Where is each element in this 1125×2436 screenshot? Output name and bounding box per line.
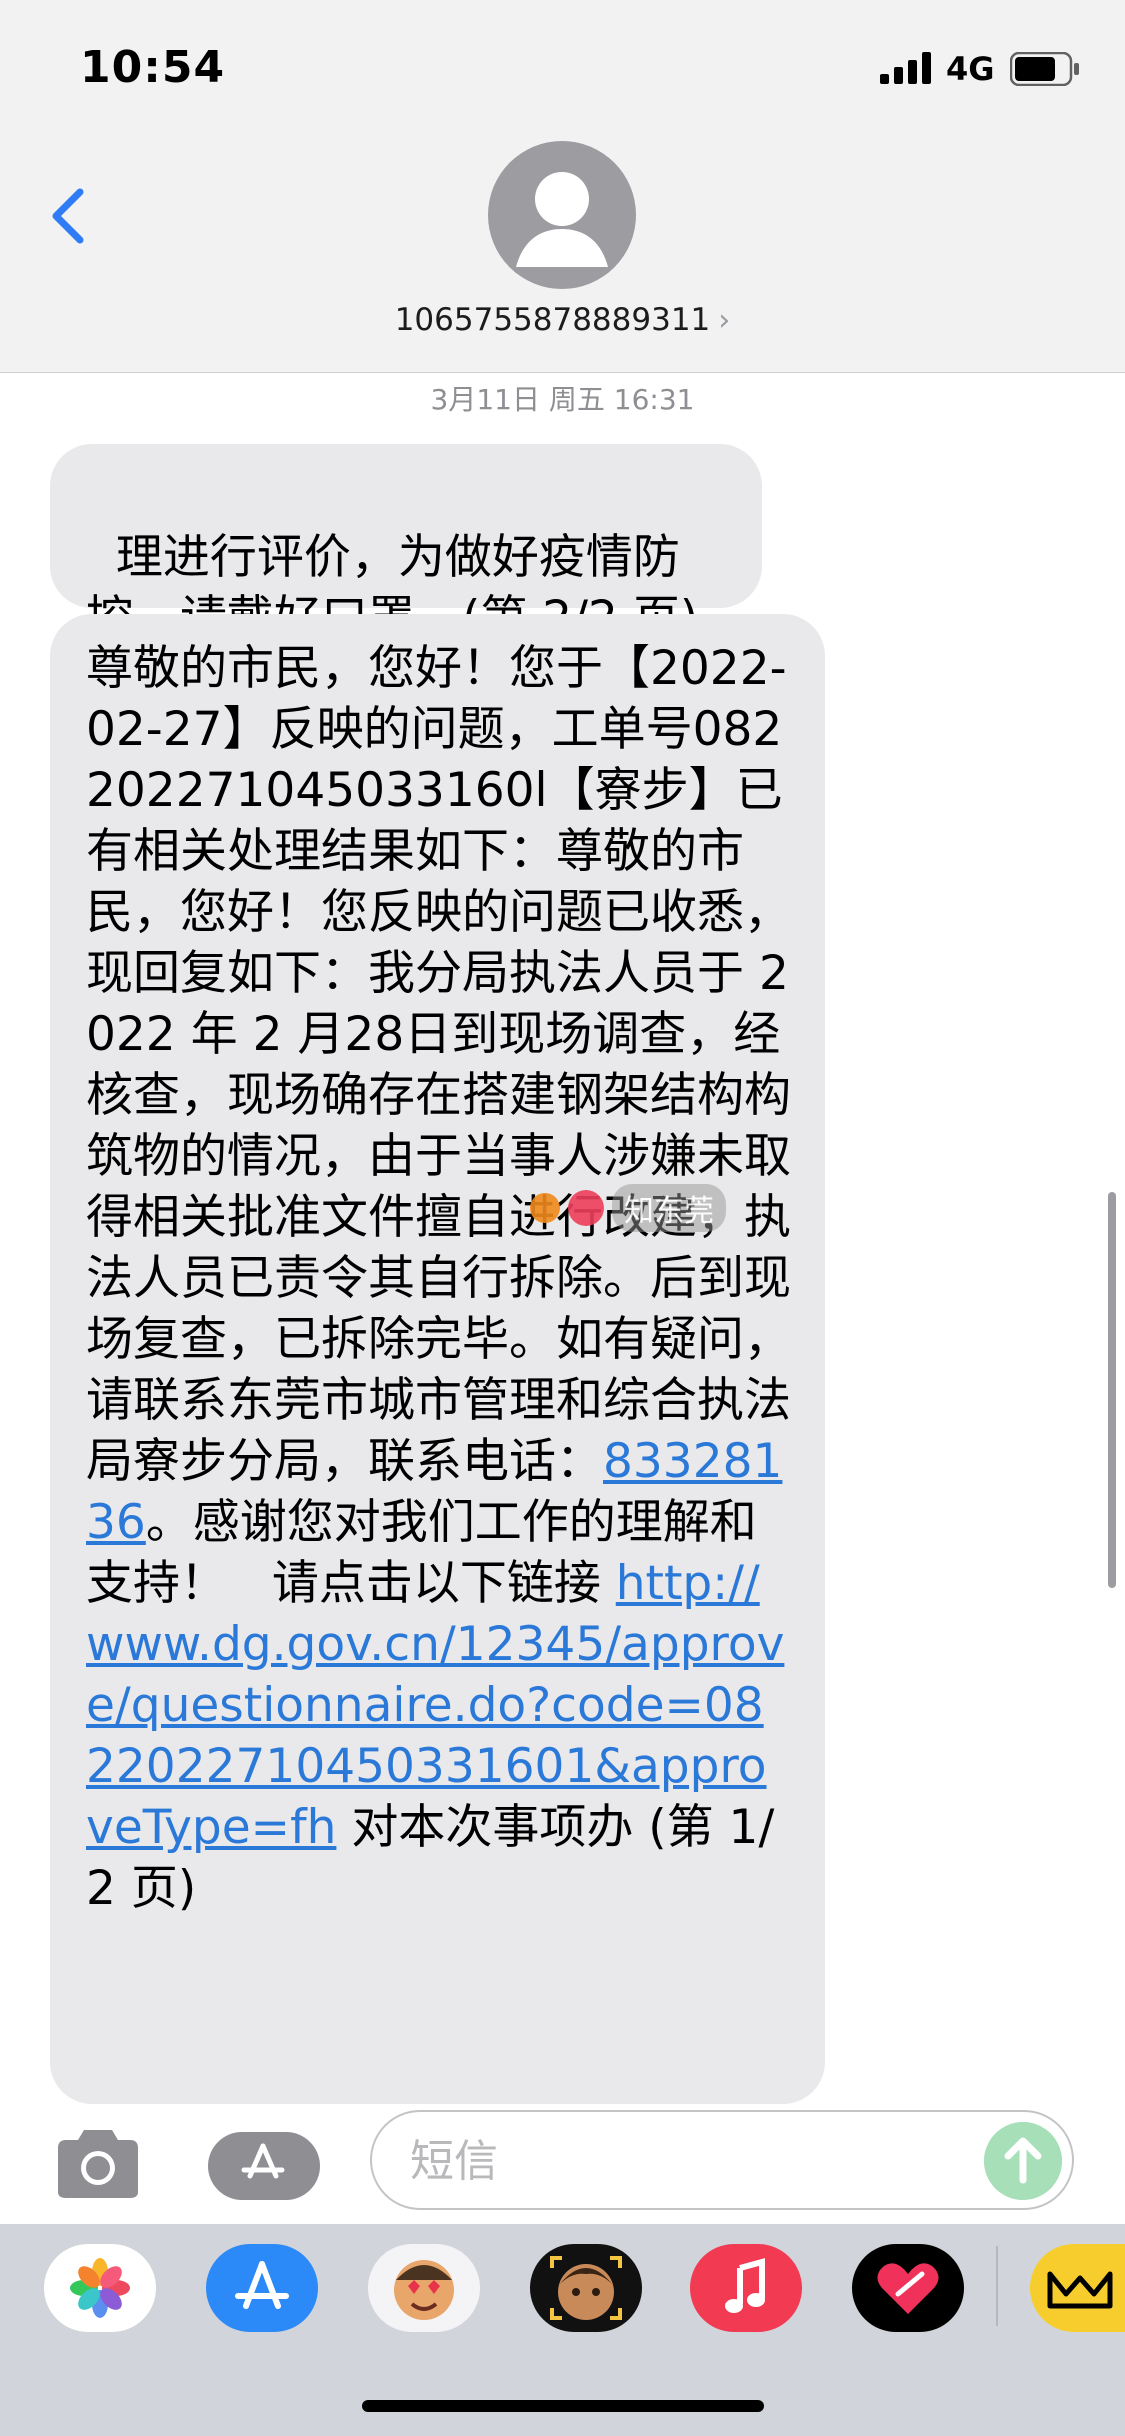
app-store-icon[interactable] [206, 2244, 318, 2332]
scroll-indicator[interactable] [1108, 1192, 1116, 1588]
drawer-divider [996, 2246, 998, 2326]
message-bubble[interactable]: 尊敬的市民，您好！您于【2022-02-27】反映的问题，工单号08220227… [50, 614, 825, 2104]
home-indicator[interactable] [362, 2400, 764, 2412]
watermark: 知东莞 [530, 1184, 726, 1232]
back-chevron-icon[interactable] [40, 170, 100, 260]
app-store-button[interactable] [208, 2132, 320, 2200]
watermark-logo-icon [530, 1193, 560, 1223]
apps-icon [241, 2143, 285, 2179]
contact-avatar[interactable] [488, 141, 636, 289]
music-app-icon[interactable] [690, 2244, 802, 2332]
digital-touch-icon[interactable] [852, 2244, 964, 2332]
animoji-icon[interactable] [530, 2244, 642, 2332]
memoji-stickers-icon[interactable] [368, 2244, 480, 2332]
watermark-text: 知东莞 [612, 1184, 726, 1232]
person-silhouette-icon [516, 172, 608, 267]
watermark-badge-icon [568, 1190, 604, 1226]
overflow-app-icon[interactable] [1030, 2244, 1125, 2332]
camera-icon[interactable] [52, 2126, 144, 2202]
message-text: 尊敬的市民，您好！您于【2022-02-27】反映的问题，工单号08220227… [86, 641, 791, 1489]
contact-name[interactable]: 1065755878889311 › [0, 302, 1125, 338]
message-input[interactable] [408, 2132, 972, 2190]
message-input-field[interactable] [370, 2110, 1074, 2210]
status-time: 10:54 [80, 42, 226, 93]
network-type: 4G [946, 50, 995, 88]
battery-icon [1010, 52, 1079, 86]
message-timestamp: 3月11日 周五 16:31 [430, 383, 695, 416]
conversation-header: 1065755878889311 › [0, 130, 1125, 373]
cellular-signal-icon [880, 52, 931, 84]
send-arrow-icon[interactable] [984, 2122, 1062, 2200]
status-bar: 10:54 4G [0, 0, 1125, 130]
message-bubble[interactable]: 理进行评价，为做好疫情防控，请戴好口罩。(第 2/2 页) [50, 444, 762, 646]
compose-bar [0, 2104, 1125, 2224]
contact-details-chevron-icon: › [718, 303, 731, 338]
contact-number: 1065755878889311 [394, 302, 711, 338]
photos-app-icon[interactable] [44, 2244, 156, 2332]
